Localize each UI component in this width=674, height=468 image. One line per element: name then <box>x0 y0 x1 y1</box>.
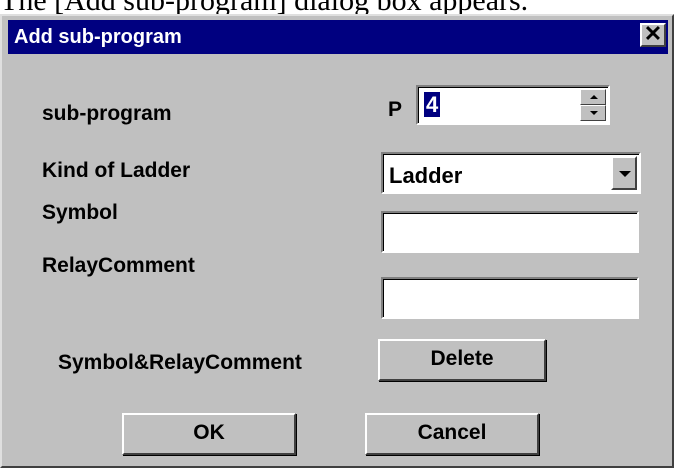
add-subprogram-dialog: Add sub-program ✕ sub-program P 4 Kind o… <box>0 14 674 468</box>
subprogram-prefix: P <box>388 98 403 121</box>
delete-button-label: Delete <box>430 347 494 370</box>
arrow-down-icon <box>590 111 598 115</box>
close-icon: ✕ <box>643 21 663 46</box>
kind-of-ladder-value: Ladder <box>389 163 463 188</box>
cancel-button[interactable]: Cancel <box>365 413 539 455</box>
spin-up-button[interactable] <box>580 89 606 105</box>
subprogram-spinner[interactable]: 4 <box>416 85 610 125</box>
delete-button[interactable]: Delete <box>378 339 546 381</box>
spin-down-button[interactable] <box>580 105 606 121</box>
relay-comment-label: RelayComment <box>42 254 195 277</box>
symbol-relay-comment-label: Symbol&RelayComment <box>58 351 302 374</box>
dialog-title: Add sub-program <box>14 26 182 48</box>
kind-of-ladder-select[interactable]: Ladder <box>381 152 641 194</box>
kind-of-ladder-label: Kind of Ladder <box>42 159 191 182</box>
symbol-label: Symbol <box>42 201 118 224</box>
title-bar[interactable]: Add sub-program ✕ <box>8 20 668 54</box>
close-button[interactable]: ✕ <box>640 23 666 47</box>
relay-comment-input[interactable] <box>381 277 639 319</box>
subprogram-value[interactable]: 4 <box>424 92 441 117</box>
symbol-input[interactable] <box>381 211 639 253</box>
dropdown-button[interactable] <box>611 156 637 190</box>
ok-button[interactable]: OK <box>122 413 296 455</box>
chevron-down-icon <box>619 171 631 177</box>
ok-button-label: OK <box>193 421 225 444</box>
cancel-button-label: Cancel <box>417 421 487 444</box>
subprogram-label: sub-program <box>42 102 172 125</box>
arrow-up-icon <box>590 95 598 99</box>
spin-buttons <box>580 89 606 121</box>
